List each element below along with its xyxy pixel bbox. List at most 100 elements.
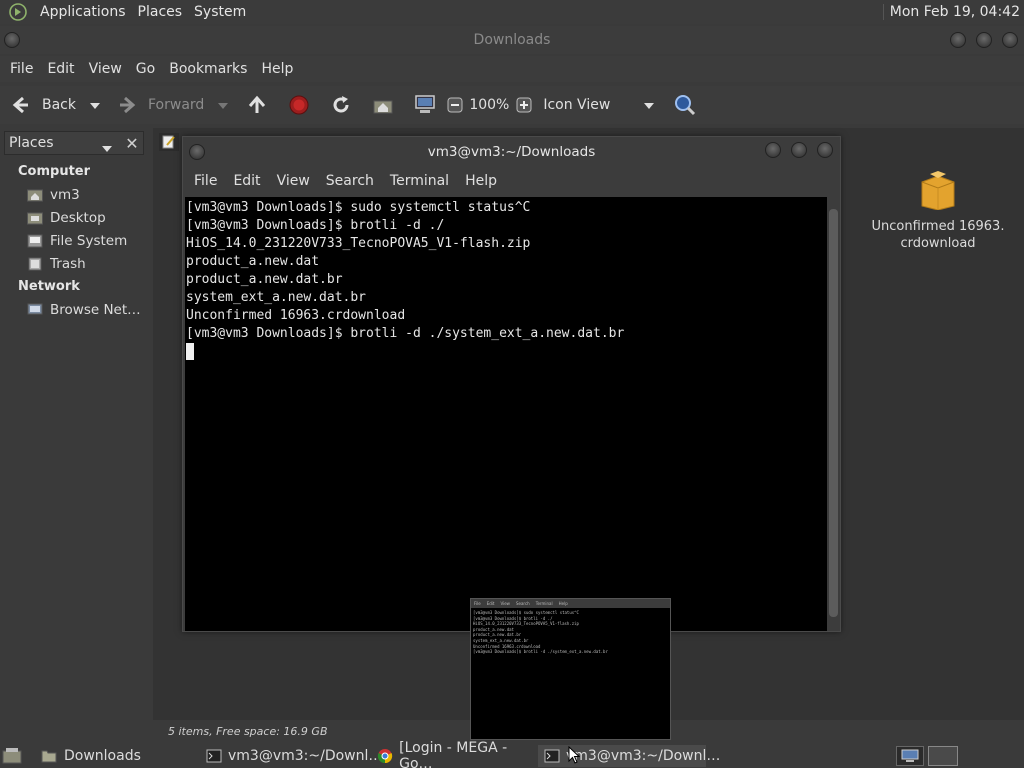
preview-menu-item: Search [515, 601, 530, 606]
preview-menu-item: Terminal [535, 601, 553, 606]
terminal-menu-search[interactable]: Search [318, 173, 382, 189]
sidebar-item-browse-network[interactable]: Browse Net… [4, 298, 149, 321]
reload-button[interactable] [330, 94, 352, 116]
window-preview-thumbnail[interactable]: File Edit View Search Terminal Help [vm3… [470, 598, 671, 740]
arrow-right-icon [116, 94, 138, 116]
maximize-button[interactable] [791, 142, 807, 158]
menu-help[interactable]: Help [254, 61, 300, 77]
folder-icon [40, 748, 58, 764]
preview-menu-item: File [474, 601, 481, 606]
chrome-icon [376, 748, 393, 764]
terminal-line: product_a.new.dat [186, 254, 320, 269]
workspace-1-button[interactable] [896, 746, 924, 766]
taskbar-item-terminal-1[interactable]: vm3@vm3:~/Downl… [200, 745, 382, 767]
terminal-menu-file[interactable]: File [186, 173, 225, 189]
terminal-line: HiOS_14.0_231220V733_TecnoPOVA5_V1-flash… [186, 236, 531, 251]
menu-edit[interactable]: Edit [40, 61, 81, 77]
preview-menubar: File Edit View Search Terminal Help [471, 599, 670, 608]
chevron-down-icon [644, 103, 655, 109]
package-icon [920, 171, 956, 214]
file-manager-menubar: File Edit View Go Bookmarks Help [0, 56, 1024, 82]
chevron-down-icon [102, 146, 112, 152]
taskbar-item-downloads[interactable]: Downloads [34, 745, 198, 767]
minimize-button[interactable] [950, 32, 966, 48]
terminal-scrollbar[interactable] [827, 197, 840, 631]
terminal-menu-edit[interactable]: Edit [225, 173, 268, 189]
terminal-titlebar[interactable]: vm3@vm3:~/Downloads [183, 137, 840, 167]
close-button[interactable] [1002, 32, 1018, 48]
terminal-line: system_ext_a.new.dat.br [186, 290, 367, 305]
sidebar-item-label: Trash [50, 255, 86, 272]
places-menu[interactable]: Places [132, 4, 189, 20]
menu-view[interactable]: View [82, 61, 129, 77]
terminal-line: Unconfirmed 16963.crdownload [186, 308, 406, 323]
terminal-screen[interactable]: [vm3@vm3 Downloads]$ sudo systemctl stat… [185, 197, 827, 631]
forward-button[interactable]: Forward [116, 94, 204, 116]
distro-logo-icon[interactable] [8, 2, 28, 22]
stop-button[interactable] [288, 94, 310, 116]
computer-icon [414, 94, 436, 116]
terminal-line: [vm3@vm3 Downloads]$ sudo systemctl stat… [186, 200, 531, 215]
zoom-in-icon [513, 94, 535, 116]
trash-icon [26, 256, 44, 272]
places-list: Computer vm3 Desktop File System Trash N… [4, 160, 149, 321]
panel-clock[interactable]: Mon Feb 19, 04:42 [882, 4, 1020, 20]
close-button[interactable] [817, 142, 833, 158]
network-icon [26, 302, 44, 318]
up-button[interactable] [246, 94, 268, 116]
view-mode-select[interactable]: Icon View [543, 97, 655, 113]
menu-go[interactable]: Go [129, 61, 162, 77]
scrollbar-thumb[interactable] [829, 209, 838, 617]
close-sidebar-icon[interactable]: ✕ [122, 132, 142, 154]
home-button[interactable] [372, 94, 394, 116]
top-panel: Applications Places System Mon Feb 19, 0… [0, 0, 1024, 24]
mouse-pointer-icon [568, 745, 581, 768]
terminal-window[interactable]: vm3@vm3:~/Downloads File Edit View Searc… [182, 136, 841, 632]
terminal-menu-help[interactable]: Help [457, 173, 505, 189]
terminal-line: [vm3@vm3 Downloads]$ brotli -d ./system_… [186, 326, 625, 341]
terminal-menu-terminal[interactable]: Terminal [382, 173, 457, 189]
sidebar-item-desktop[interactable]: Desktop [4, 206, 149, 229]
sidebar-item-file-system[interactable]: File System [4, 229, 149, 252]
zoom-level[interactable]: 100% [469, 97, 509, 113]
sidebar-item-label: File System [50, 232, 128, 249]
workspace-2-button[interactable] [928, 746, 958, 766]
chevron-down-icon [90, 102, 100, 109]
terminal-cursor [186, 343, 194, 360]
stop-icon [288, 94, 310, 116]
file-manager-titlebar[interactable]: Downloads [0, 26, 1024, 54]
computer-button[interactable] [414, 94, 436, 116]
taskbar-item-label: vm3@vm3:~/Downl… [228, 748, 383, 764]
show-desktop-icon[interactable] [2, 747, 22, 768]
taskbar-item-browser[interactable]: [Login - MEGA - Go… [370, 740, 538, 768]
applications-menu[interactable]: Applications [34, 4, 132, 20]
zoom-out-button[interactable] [444, 94, 466, 116]
maximize-button[interactable] [976, 32, 992, 48]
sidebar-item-label: Browse Net… [50, 301, 141, 318]
forward-history-dropdown[interactable] [218, 98, 229, 113]
back-button[interactable]: Back [10, 94, 76, 116]
file-item-crdownload[interactable]: Unconfirmed 16963. crdownload [868, 170, 1008, 252]
forward-label: Forward [148, 97, 205, 113]
back-history-dropdown[interactable] [90, 98, 100, 113]
home-folder-icon [26, 187, 44, 203]
preview-text: [vm3@vm3 Downloads]$ sudo systemctl stat… [471, 608, 670, 657]
sidebar-item-label: vm3 [50, 186, 80, 203]
window-menu-button[interactable] [4, 32, 20, 48]
sidebar-item-trash[interactable]: Trash [4, 252, 149, 275]
preview-line: [vm3@vm3 Downloads]$ brotli -d ./system_… [473, 649, 608, 655]
places-section-computer: Computer [18, 164, 91, 179]
menu-file[interactable]: File [3, 61, 40, 77]
minimize-button[interactable] [765, 142, 781, 158]
sidebar-item-vm3[interactable]: vm3 [4, 183, 149, 206]
terminal-line: [vm3@vm3 Downloads]$ brotli -d ./ [186, 218, 445, 233]
file-name-line1: Unconfirmed 16963. [871, 219, 1005, 234]
menu-bookmarks[interactable]: Bookmarks [162, 61, 254, 77]
zoom-in-button[interactable] [513, 94, 535, 116]
taskbar-item-terminal-2[interactable]: vm3@vm3:~/Downl… [538, 745, 720, 767]
window-menu-button[interactable] [189, 144, 205, 160]
edit-location-icon[interactable] [159, 133, 179, 151]
terminal-menu-view[interactable]: View [269, 173, 318, 189]
system-menu[interactable]: System [188, 4, 252, 20]
search-button[interactable] [674, 94, 696, 116]
